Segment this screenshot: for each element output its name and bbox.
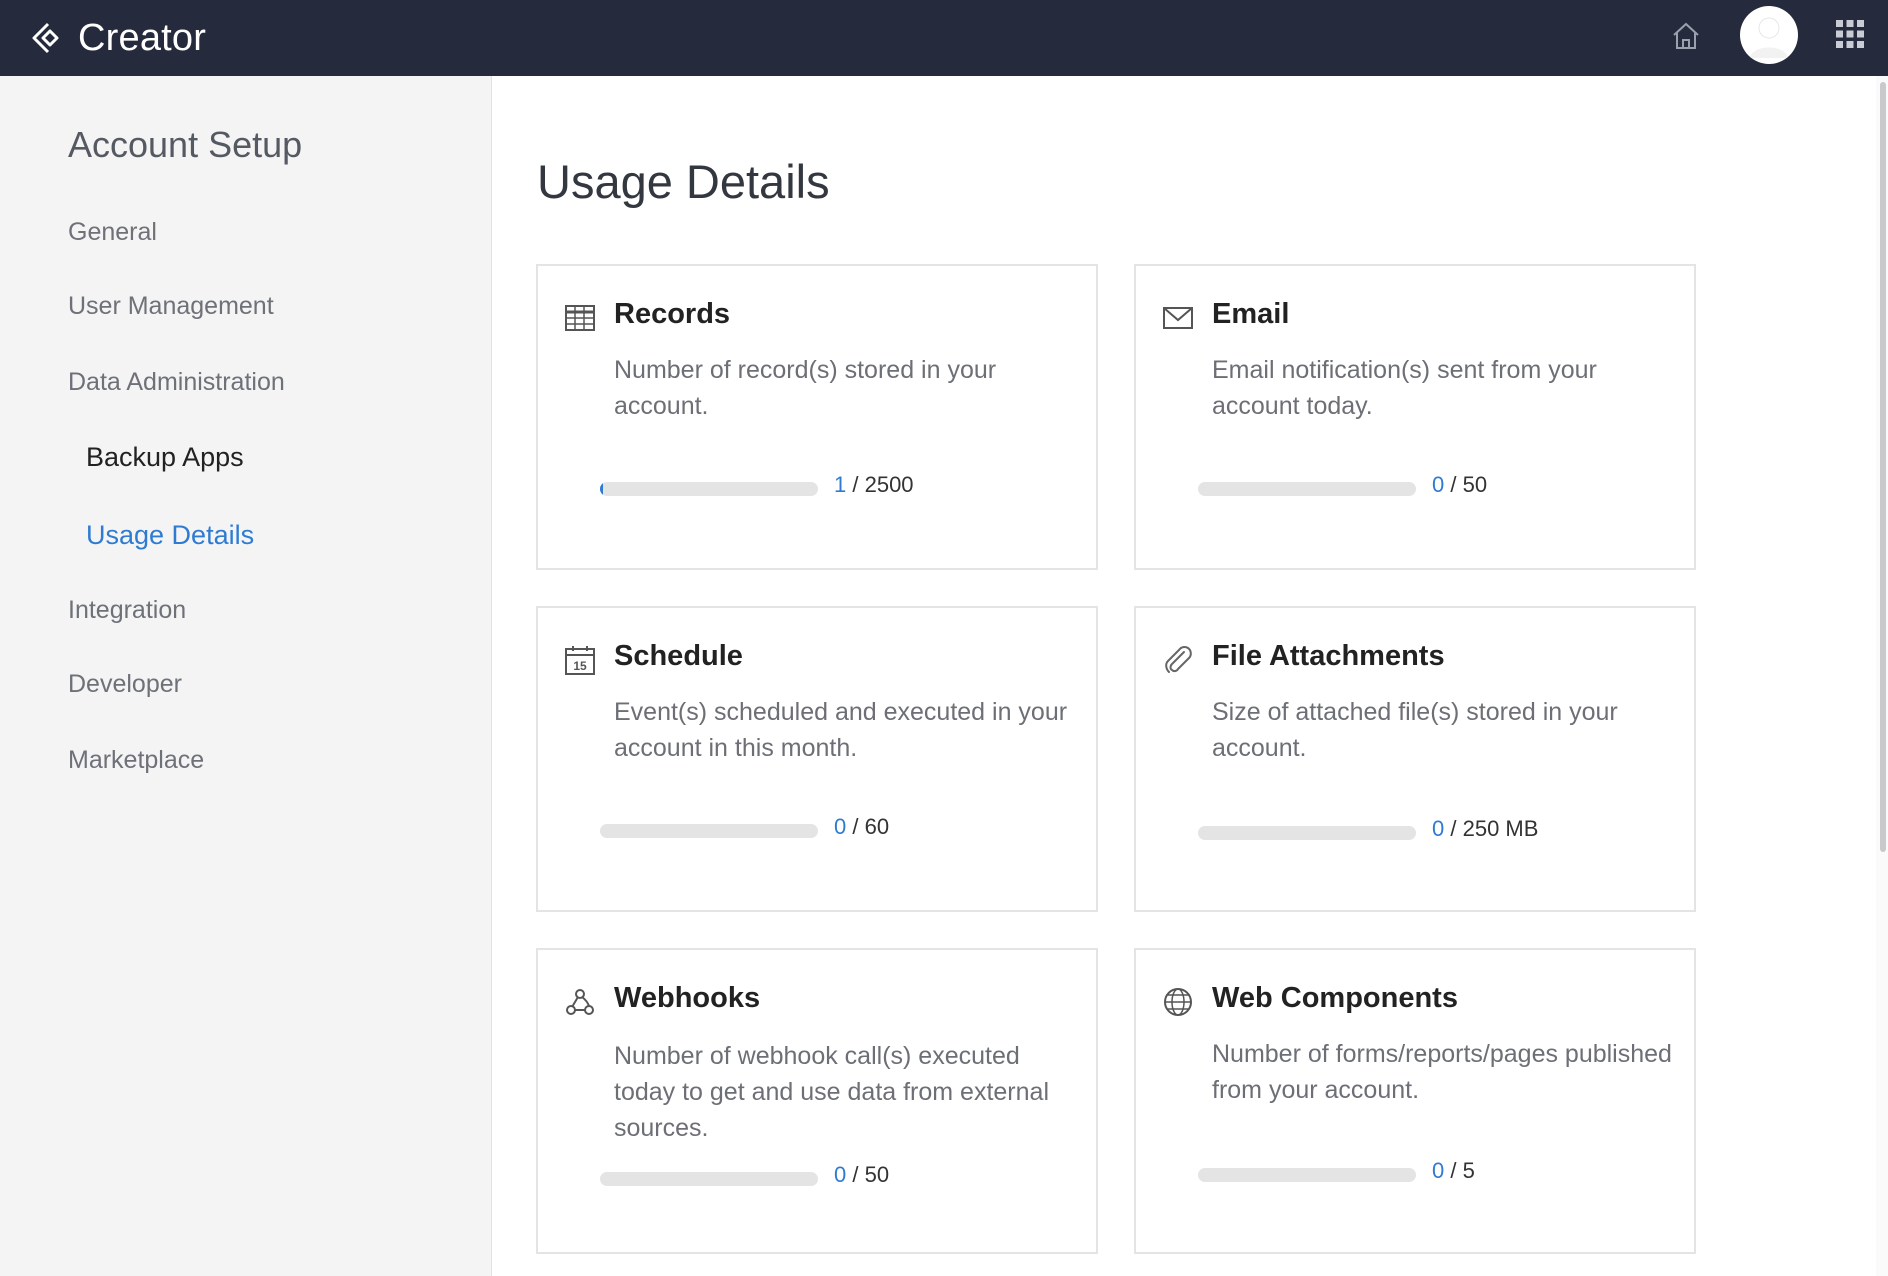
usage-progress-bar (1198, 1168, 1416, 1182)
table-icon (565, 305, 595, 331)
globe-icon (1164, 988, 1192, 1016)
avatar-silhouette-icon (1750, 17, 1788, 58)
app-name: Creator (78, 16, 207, 59)
sidebar-item-marketplace[interactable]: Marketplace (68, 746, 204, 775)
sidebar-item-developer[interactable]: Developer (68, 670, 182, 699)
usage-progress-fill (600, 482, 603, 496)
usage-limit: / 50 (1450, 472, 1488, 497)
sidebar: Account Setup General User Management Da… (0, 76, 492, 1276)
card-description: Number of webhook call(s) executed today… (614, 1042, 1049, 1142)
app-grid-icon[interactable] (1834, 18, 1866, 50)
usage-limit: / 5 (1450, 1158, 1475, 1183)
usage-used: 0 (1432, 1158, 1445, 1183)
usage-count: 0 / 60 (834, 814, 889, 840)
card-title: Email (1212, 298, 1290, 330)
sidebar-item-general[interactable]: General (68, 218, 157, 247)
usage-card-email: Email Email notification(s) sent from yo… (1134, 264, 1696, 570)
page-title: Usage Details (537, 155, 830, 208)
usage-card-file-attachments: File Attachments Size of attached file(s… (1134, 606, 1696, 912)
usage-count: 1 / 2500 (834, 472, 914, 498)
paperclip-icon (1165, 645, 1192, 673)
usage-count: 0 / 250 MB (1432, 816, 1538, 842)
main-content: Usage Details Records Number of record(s… (493, 76, 1888, 1276)
usage-limit: / 50 (852, 1162, 890, 1187)
creator-logo-icon (32, 22, 59, 54)
usage-limit: / 250 MB (1450, 816, 1539, 841)
usage-card-records: Records Number of record(s) stored in yo… (536, 264, 1098, 570)
card-title: Schedule (614, 640, 743, 672)
top-navbar: Creator (0, 0, 1888, 76)
usage-progress-bar (1198, 826, 1416, 840)
usage-count: 0 / 5 (1432, 1158, 1475, 1184)
card-title: Web Components (1212, 982, 1458, 1014)
card-description: Event(s) scheduled and executed in your … (614, 698, 1068, 762)
usage-used: 0 (834, 814, 847, 839)
sidebar-item-usage-details[interactable]: Usage Details (86, 520, 254, 551)
usage-used: 0 (1432, 472, 1445, 497)
webhook-icon (566, 989, 594, 1015)
usage-card-webhooks: Webhooks Number of webhook call(s) execu… (536, 948, 1098, 1254)
usage-limit: / 2500 (852, 472, 914, 497)
sidebar-item-backup-apps[interactable]: Backup Apps (86, 442, 244, 473)
card-title: File Attachments (1212, 640, 1445, 672)
usage-progress-bar (600, 1172, 818, 1186)
usage-progress-bar (1198, 482, 1416, 496)
svg-text:15: 15 (573, 659, 587, 673)
usage-limit: / 60 (852, 814, 890, 839)
card-title: Records (614, 298, 731, 330)
home-icon (1673, 22, 1699, 49)
usage-card-web-components: Web Components Number of forms/reports/p… (1134, 948, 1696, 1254)
sidebar-item-integration[interactable]: Integration (68, 596, 186, 625)
sidebar-title: Account Setup (68, 124, 303, 165)
usage-count: 0 / 50 (1432, 472, 1487, 498)
usage-count: 0 / 50 (834, 1162, 889, 1188)
card-description: Number of forms/reports/pages published … (1212, 1040, 1672, 1104)
card-description: Email notification(s) sent from your acc… (1212, 356, 1597, 420)
sidebar-item-data-administration[interactable]: Data Administration (68, 368, 285, 397)
card-description: Number of record(s) stored in your accou… (614, 356, 997, 420)
brand[interactable]: Creator (28, 12, 206, 64)
usage-used: 0 (834, 1162, 847, 1187)
sidebar-item-user-management[interactable]: User Management (68, 292, 274, 321)
card-description: Size of attached file(s) stored in your … (1212, 698, 1618, 762)
usage-used: 1 (834, 472, 847, 497)
home-button[interactable] (1666, 16, 1706, 56)
envelope-icon (1163, 307, 1193, 329)
usage-used: 0 (1432, 816, 1445, 841)
card-title: Webhooks (614, 982, 761, 1014)
usage-card-schedule: 15 Schedule Event(s) scheduled and execu… (536, 606, 1098, 912)
scrollbar-thumb[interactable] (1880, 82, 1886, 852)
calendar-icon: 15 (565, 646, 595, 675)
usage-progress-bar (600, 482, 818, 496)
user-avatar[interactable] (1740, 6, 1798, 64)
usage-progress-bar (600, 824, 818, 838)
